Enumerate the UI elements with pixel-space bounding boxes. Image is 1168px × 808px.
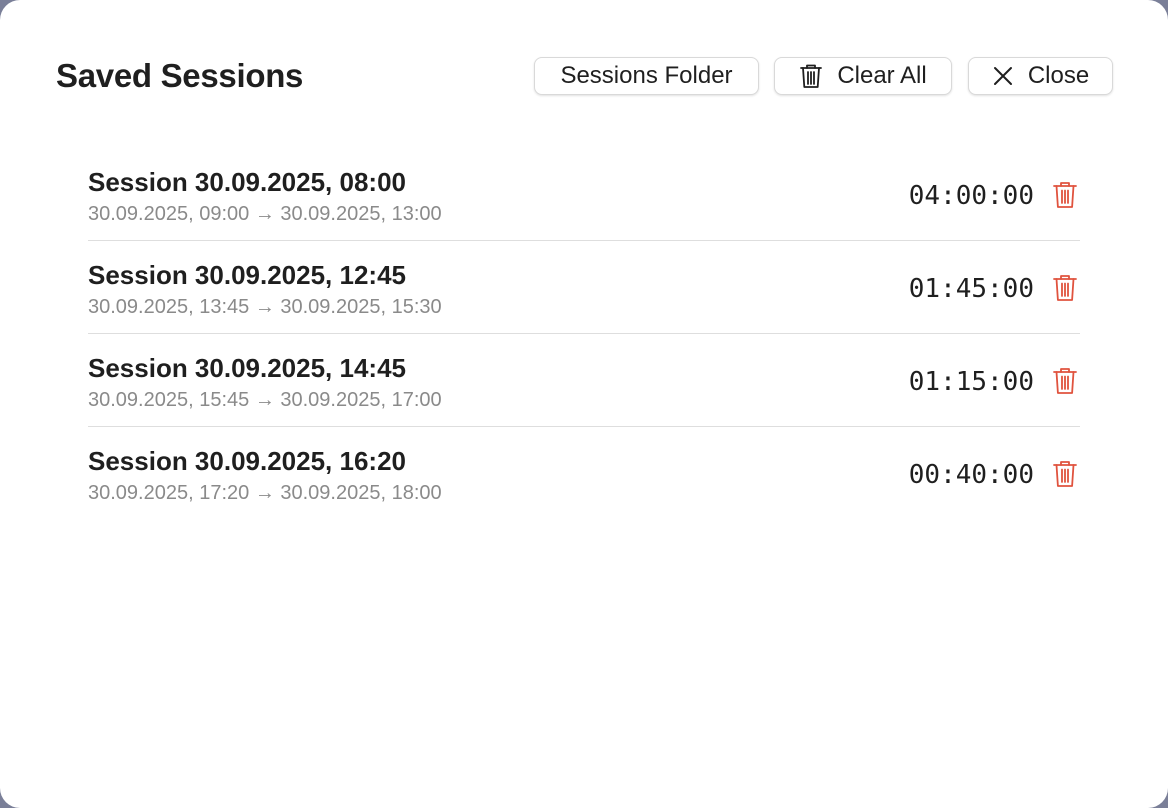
delete-session-button[interactable] bbox=[1052, 274, 1078, 306]
trash-icon bbox=[799, 62, 823, 90]
session-time-range: 30.09.2025, 09:00 → 30.09.2025, 13:00 bbox=[88, 203, 442, 225]
saved-sessions-sheet: Saved Sessions Sessions Folder Clear All… bbox=[0, 0, 1168, 808]
session-duration: 04:00:00 bbox=[908, 181, 1034, 211]
session-title: Session 30.09.2025, 14:45 bbox=[88, 353, 407, 383]
session-duration: 01:45:00 bbox=[908, 274, 1034, 304]
session-time-range: 30.09.2025, 17:20 → 30.09.2025, 18:00 bbox=[88, 482, 442, 504]
list-item[interactable]: Session 30.09.2025, 08:00 30.09.2025, 09… bbox=[88, 148, 1080, 241]
page-title: Saved Sessions bbox=[56, 57, 304, 94]
clear-all-label: Clear All bbox=[837, 62, 927, 89]
sessions-folder-button[interactable]: Sessions Folder bbox=[534, 57, 759, 95]
session-title: Session 30.09.2025, 08:00 bbox=[88, 167, 407, 197]
session-duration: 01:15:00 bbox=[908, 367, 1034, 397]
list-item[interactable]: Session 30.09.2025, 14:45 30.09.2025, 15… bbox=[88, 334, 1080, 427]
delete-session-button[interactable] bbox=[1052, 367, 1078, 399]
trash-icon bbox=[1052, 273, 1078, 308]
clear-all-button[interactable]: Clear All bbox=[774, 57, 952, 95]
sessions-folder-label: Sessions Folder bbox=[560, 62, 733, 89]
trash-icon bbox=[1052, 459, 1078, 494]
session-duration: 00:40:00 bbox=[908, 460, 1034, 490]
trash-icon bbox=[1052, 180, 1078, 215]
list-item[interactable]: Session 30.09.2025, 12:45 30.09.2025, 13… bbox=[88, 241, 1080, 334]
close-button[interactable]: Close bbox=[968, 57, 1113, 95]
session-title: Session 30.09.2025, 16:20 bbox=[88, 446, 407, 476]
delete-session-button[interactable] bbox=[1052, 181, 1078, 213]
list-item[interactable]: Session 30.09.2025, 16:20 30.09.2025, 17… bbox=[88, 427, 1080, 520]
session-title: Session 30.09.2025, 12:45 bbox=[88, 260, 407, 290]
session-time-range: 30.09.2025, 13:45 → 30.09.2025, 15:30 bbox=[88, 296, 442, 318]
trash-icon bbox=[1052, 366, 1078, 401]
delete-session-button[interactable] bbox=[1052, 460, 1078, 492]
sessions-list: Session 30.09.2025, 08:00 30.09.2025, 09… bbox=[88, 148, 1080, 520]
close-label: Close bbox=[1027, 62, 1090, 89]
close-icon bbox=[992, 65, 1014, 87]
session-time-range: 30.09.2025, 15:45 → 30.09.2025, 17:00 bbox=[88, 389, 442, 411]
